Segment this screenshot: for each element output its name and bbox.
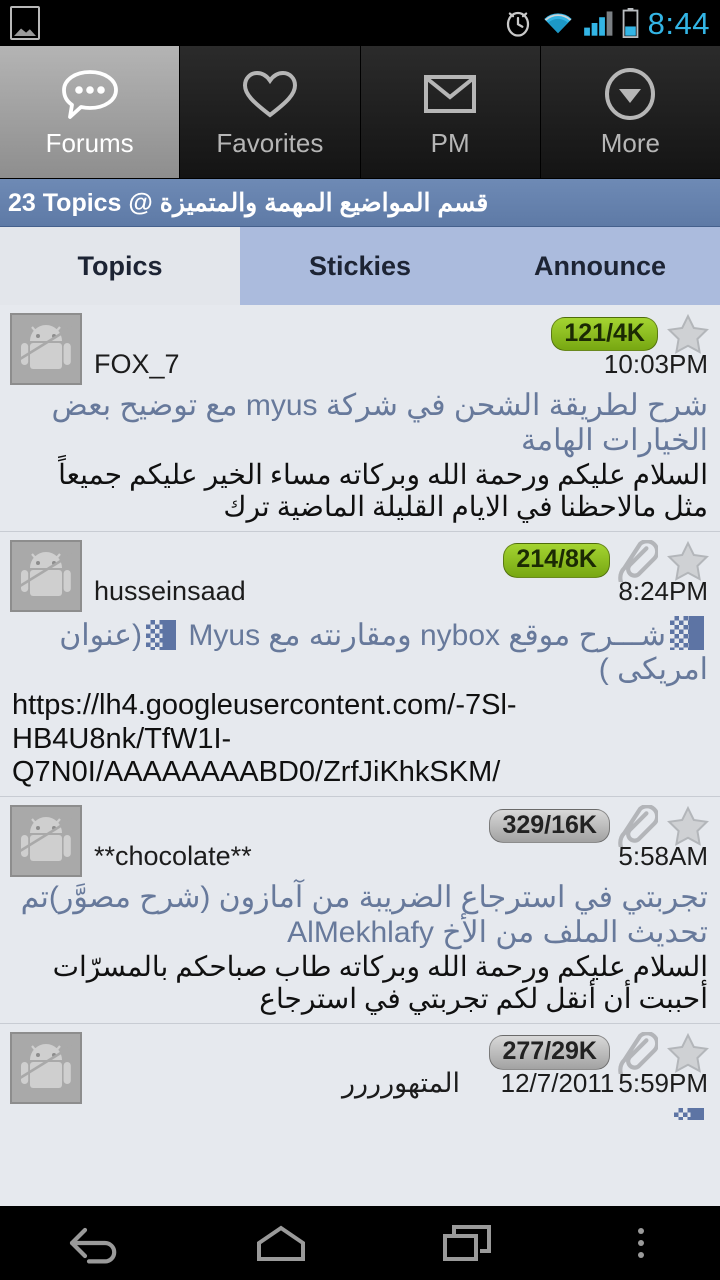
topic-list[interactable]: 121/4K FOX_7 10:03PM شرح لطريقة الشحن في… — [0, 305, 720, 1206]
topic-time-value: 5:59PM — [618, 1067, 708, 1098]
topic-title-main: شـــرح موقع nybox ومقارنته مع Myus — [188, 618, 666, 652]
menu-dot — [637, 1228, 644, 1234]
topic-title[interactable] — [10, 1106, 710, 1120]
topic-row[interactable]: 214/8K husseinsaad 8:24PM شـــرح موقع ny… — [0, 531, 720, 797]
recents-icon[interactable] — [374, 1222, 561, 1264]
topic-row[interactable]: 121/4K FOX_7 10:03PM شرح لطريقة الشحن في… — [0, 305, 720, 532]
topic-time-value: 10:03PM — [603, 349, 708, 379]
topic-meta: 277/29K المتهورررر 12/7/2011 5:59PM — [82, 1031, 710, 1106]
sub-tab-bar: Topics Stickies Announce — [0, 227, 720, 305]
tab-pm[interactable]: PM — [360, 46, 541, 178]
subtab-stickies[interactable]: Stickies — [240, 227, 480, 305]
avatar — [10, 805, 82, 877]
topic-row-header: 329/16K **chocolate** 5:58AM — [10, 805, 710, 879]
topic-row-header: 214/8K husseinsaad 8:24PM — [10, 539, 710, 614]
missing-glyph-icon — [146, 619, 177, 650]
heart-icon — [241, 65, 299, 123]
menu-dot — [637, 1240, 644, 1246]
topic-author: المتهورررر — [341, 1067, 460, 1098]
topic-meta: 121/4K FOX_7 10:03PM — [82, 313, 710, 387]
topic-preview: السلام عليكم ورحمة الله وبركاته طاب صباح… — [52, 951, 708, 1016]
topic-preview: السلام عليكم ورحمة الله وبركاته مساء الخ… — [58, 459, 708, 524]
topic-row[interactable]: 329/16K **chocolate** 5:58AM تجربتي في ا… — [0, 797, 720, 1024]
tab-more[interactable]: More — [540, 46, 720, 178]
missing-glyph-icon — [670, 615, 704, 650]
overflow-menu-icon[interactable] — [562, 1225, 720, 1261]
battery-icon — [622, 8, 639, 38]
post-count-badge: 329/16K — [489, 808, 610, 844]
forum-header-bar[interactable]: 23 Topics @ قسم المواضيع المهمة والمتميز… — [0, 179, 720, 227]
status-bar-right: 8:44 — [503, 8, 710, 39]
topic-author: husseinsaad — [94, 575, 246, 606]
post-count-badge: 277/29K — [489, 1035, 610, 1070]
topic-time: 8:24PM — [614, 576, 708, 607]
subtab-announce[interactable]: Announce — [480, 227, 720, 305]
topic-row[interactable]: 277/29K المتهورررر 12/7/2011 5:59PM — [0, 1023, 720, 1126]
avatar — [10, 313, 82, 385]
menu-dot — [637, 1252, 644, 1258]
topic-row-header: 277/29K المتهورررر 12/7/2011 5:59PM — [10, 1031, 710, 1106]
status-bar: 8:44 — [0, 0, 720, 46]
topic-author: **chocolate** — [94, 841, 252, 871]
signal-icon — [583, 11, 613, 36]
wifi-icon — [543, 13, 572, 34]
topic-author: FOX_7 — [94, 349, 180, 379]
forum-header-title: 23 Topics @ قسم المواضيع المهمة والمتميز… — [8, 188, 489, 217]
tab-more-label: More — [600, 128, 660, 158]
chevron-down-circle-icon — [602, 65, 658, 123]
topic-time: 10:03PM — [600, 349, 708, 380]
tab-forums[interactable]: Forums — [0, 46, 181, 178]
system-navigation-bar — [0, 1206, 720, 1280]
missing-glyph-icon — [674, 1107, 704, 1120]
tab-pm-label: PM — [430, 128, 470, 158]
topic-title[interactable]: شرح لطريقة الشحن في شركة myus مع توضيح ب… — [10, 387, 710, 459]
speech-bubble-icon — [60, 65, 120, 123]
main-tab-bar: Forums Favorites PM More — [0, 46, 720, 179]
topic-meta: 329/16K **chocolate** 5:58AM — [82, 805, 710, 879]
gallery-icon — [10, 6, 40, 40]
topic-row-header: 121/4K FOX_7 10:03PM — [10, 313, 710, 387]
topic-meta: 214/8K husseinsaad 8:24PM — [82, 539, 710, 614]
topic-time-value: 8:24PM — [618, 575, 708, 606]
topic-time: 12/7/2011 5:59PM — [501, 1068, 708, 1099]
topic-title[interactable]: تجربتي في استرجاع الضريبة من آمازون (شرح… — [10, 879, 710, 951]
topic-time-value: 5:58AM — [618, 841, 708, 871]
avatar — [10, 539, 82, 612]
status-bar-left — [10, 6, 503, 40]
envelope-icon — [422, 65, 478, 123]
topic-title[interactable]: شـــرح موقع nybox ومقارنته مع Myus (عنوا… — [10, 614, 710, 689]
post-count-badge: 214/8K — [503, 543, 610, 578]
tab-favorites-label: Favorites — [216, 128, 324, 158]
topic-time: 5:58AM — [614, 841, 708, 872]
alarm-icon — [506, 11, 529, 37]
home-icon[interactable] — [187, 1223, 374, 1263]
topic-preview: https://lh4.googleusercontent.com/-7Sl-H… — [12, 689, 517, 789]
topic-date: 12/7/2011 — [500, 1067, 615, 1098]
tab-favorites[interactable]: Favorites — [180, 46, 361, 178]
avatar — [10, 1031, 82, 1104]
back-icon[interactable] — [0, 1222, 187, 1264]
subtab-topics[interactable]: Topics — [0, 227, 240, 305]
tab-forums-label: Forums — [45, 128, 134, 158]
phone-screen: 8:44 Forums Favorites PM More 23 Topics … — [0, 0, 720, 1280]
status-bar-clock: 8:44 — [647, 5, 710, 41]
post-count-badge: 121/4K — [551, 316, 658, 352]
